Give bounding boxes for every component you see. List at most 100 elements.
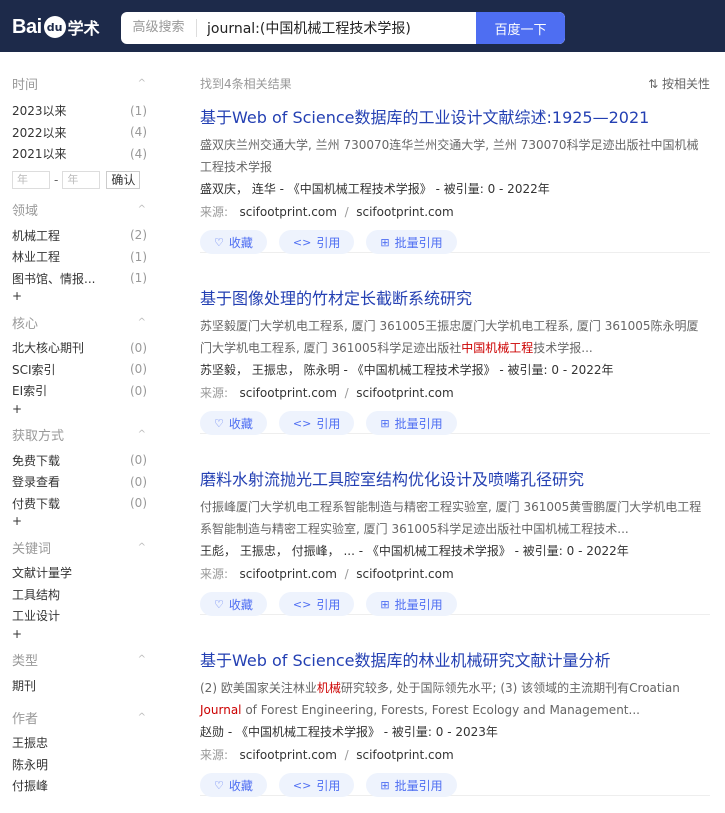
confirm-button[interactable]: 确认 xyxy=(106,170,141,189)
filter-item[interactable]: SCI索引 (0) xyxy=(12,359,150,381)
abstract-text: (2) 欧美国家关注林业 xyxy=(200,681,317,695)
batch-cite-button[interactable]: ⊞ 批量引用 xyxy=(366,592,457,616)
batch-cite-button[interactable]: ⊞ 批量引用 xyxy=(366,773,457,797)
filter-item[interactable]: 登录查看 (0) xyxy=(12,471,150,493)
filter-item[interactable]: 文献计量学 xyxy=(12,562,150,584)
section-header[interactable]: 类型 ^ xyxy=(12,649,150,671)
filter-item[interactable]: 王振忠 xyxy=(12,732,150,754)
filter-label: 2021以来 xyxy=(12,147,67,162)
filter-item[interactable]: 2023以来 (1) xyxy=(12,100,150,122)
filter-count: (0) xyxy=(130,362,147,377)
section-header[interactable]: 时间 ^ xyxy=(12,72,150,94)
action-label: 收藏 xyxy=(228,235,253,250)
source-link[interactable]: scifootprint.com xyxy=(240,567,337,581)
source-link[interactable]: scifootprint.com xyxy=(240,386,337,400)
year-to-input[interactable]: 年 xyxy=(62,170,101,189)
filter-item[interactable]: 免费下载 (0) xyxy=(12,450,150,472)
filter-item[interactable]: 林业工程 (1) xyxy=(12,246,150,268)
baidu-scholar-logo[interactable]: Bai du 学术 xyxy=(12,14,104,40)
chevron-up-icon[interactable]: ^ xyxy=(138,712,146,723)
source-link[interactable]: scifootprint.com xyxy=(356,567,453,581)
chevron-up-icon[interactable]: ^ xyxy=(138,654,146,665)
cite-button[interactable]: <> 引用 xyxy=(278,592,355,616)
section-header[interactable]: 核心 ^ xyxy=(12,311,150,333)
abstract-text: of Forest Engineering, Forests, Forest E… xyxy=(241,703,640,717)
section-header[interactable]: 获取方式 ^ xyxy=(12,424,150,446)
folder-plus-icon: ⊞ xyxy=(380,597,390,611)
filter-count: (1) xyxy=(130,103,147,118)
result-actions: ♡ 收藏 <> 引用 ⊞ 批量引用 xyxy=(200,411,469,435)
source-link[interactable]: scifootprint.com xyxy=(240,205,337,219)
favorite-button[interactable]: ♡ 收藏 xyxy=(200,230,267,254)
favorite-button[interactable]: ♡ 收藏 xyxy=(200,773,267,797)
filter-item[interactable]: EI索引 (0) xyxy=(12,380,150,402)
filter-item[interactable]: 图书馆、情报... (1) xyxy=(12,268,150,290)
filter-item[interactable]: 陈永明 xyxy=(12,754,150,776)
abstract-text: 苏坚毅厦门大学机电工程系, 厦门 361005王振忠厦门大学机电工程系, 厦门 … xyxy=(200,319,699,355)
chevron-up-icon[interactable]: ^ xyxy=(138,542,146,553)
section-title: 关键词 xyxy=(12,541,52,557)
favorite-button[interactable]: ♡ 收藏 xyxy=(200,411,267,435)
filter-label: 付振峰 xyxy=(12,779,49,794)
filter-item[interactable]: 工具结构 xyxy=(12,584,150,606)
batch-cite-button[interactable]: ⊞ 批量引用 xyxy=(366,411,457,435)
favorite-button[interactable]: ♡ 收藏 xyxy=(200,592,267,616)
result-item: 基于Web of Science数据库的工业设计文献综述:1925—2021 盛… xyxy=(200,72,710,254)
filter-item[interactable]: 机械工程 (2) xyxy=(12,225,150,247)
source-link[interactable]: scifootprint.com xyxy=(356,748,453,762)
cite-button[interactable]: <> 引用 xyxy=(278,773,355,797)
expand-more-button[interactable]: + xyxy=(12,402,150,418)
filter-item[interactable]: 付振峰 xyxy=(12,775,150,797)
filter-label: 机械工程 xyxy=(12,228,61,243)
filter-item[interactable]: 北大核心期刊 (0) xyxy=(12,337,150,359)
heart-icon: ♡ xyxy=(214,597,224,611)
cite-button[interactable]: <> 引用 xyxy=(278,230,355,254)
filter-count: (0) xyxy=(130,453,147,468)
chevron-up-icon[interactable]: ^ xyxy=(138,317,146,328)
result-meta: 赵勋 - 《中国机械工程技术学报》 - 被引量: 0 - 2023年 xyxy=(200,725,498,739)
source-link[interactable]: scifootprint.com xyxy=(356,386,453,400)
filter-label: 陈永明 xyxy=(12,757,49,772)
cite-button[interactable]: <> 引用 xyxy=(278,411,355,435)
advanced-search-link[interactable]: 高级搜索 xyxy=(121,19,197,37)
result-title-link[interactable]: 基于图像处理的竹材定长截断系统研究 xyxy=(200,285,472,309)
filter-item[interactable]: 2021以来 (4) xyxy=(12,143,150,165)
section-header[interactable]: 作者 ^ xyxy=(12,706,150,728)
abstract-highlight: 机械 xyxy=(316,681,341,695)
source-link[interactable]: scifootprint.com xyxy=(240,748,337,762)
filter-label: 文献计量学 xyxy=(12,566,73,581)
expand-more-button[interactable]: + xyxy=(12,514,150,530)
result-actions: ♡ 收藏 <> 引用 ⊞ 批量引用 xyxy=(200,592,469,616)
source-link[interactable]: scifootprint.com xyxy=(356,205,453,219)
filter-item[interactable]: 2022以来 (4) xyxy=(12,122,150,144)
filter-label: 免费下载 xyxy=(12,453,61,468)
abstract-highlight: 中国机械工程 xyxy=(461,341,534,355)
chevron-up-icon[interactable]: ^ xyxy=(138,429,146,440)
range-dash: - xyxy=(54,172,59,187)
filter-item[interactable]: 期刊 xyxy=(12,675,150,697)
paw-icon: du xyxy=(43,16,66,38)
action-label: 引用 xyxy=(316,597,341,612)
batch-cite-button[interactable]: ⊞ 批量引用 xyxy=(366,230,457,254)
result-title-link[interactable]: 磨料水射流抛光工具腔室结构优化设计及喷嘴孔径研究 xyxy=(200,466,584,490)
year-from-input[interactable]: 年 xyxy=(12,170,50,189)
result-title-link[interactable]: 基于Web of Science数据库的工业设计文献综述:1925—2021 xyxy=(200,104,649,128)
filter-label: 登录查看 xyxy=(12,475,61,490)
result-title-link[interactable]: 基于Web of Science数据库的林业机械研究文献计量分析 xyxy=(200,647,611,671)
filter-item[interactable]: 工业设计 xyxy=(12,605,150,627)
result-meta: 盛双庆， 连华 - 《中国机械工程技术学报》 - 被引量: 0 - 2022年 xyxy=(200,182,550,196)
filter-count: (0) xyxy=(130,340,147,355)
chevron-up-icon[interactable]: ^ xyxy=(138,204,146,215)
section-header[interactable]: 关键词 ^ xyxy=(12,536,150,558)
filter-count: (1) xyxy=(130,249,147,264)
result-meta: 王彪， 王振忠， 付振峰， ... - 《中国机械工程技术学报》 - 被引量: … xyxy=(200,544,629,558)
section-header[interactable]: 领域 ^ xyxy=(12,199,150,221)
result-actions: ♡ 收藏 <> 引用 ⊞ 批量引用 xyxy=(200,773,469,797)
result-item: 磨料水射流抛光工具腔室结构优化设计及喷嘴孔径研究 付振峰厦门大学机电工程系智能制… xyxy=(200,434,710,616)
expand-more-button[interactable]: + xyxy=(12,289,150,305)
expand-more-button[interactable]: + xyxy=(12,627,150,643)
filter-label: 林业工程 xyxy=(12,250,61,265)
chevron-up-icon[interactable]: ^ xyxy=(138,78,146,89)
filter-item[interactable]: 付费下载 (0) xyxy=(12,493,150,515)
search-button[interactable]: 百度一下 xyxy=(476,12,565,44)
